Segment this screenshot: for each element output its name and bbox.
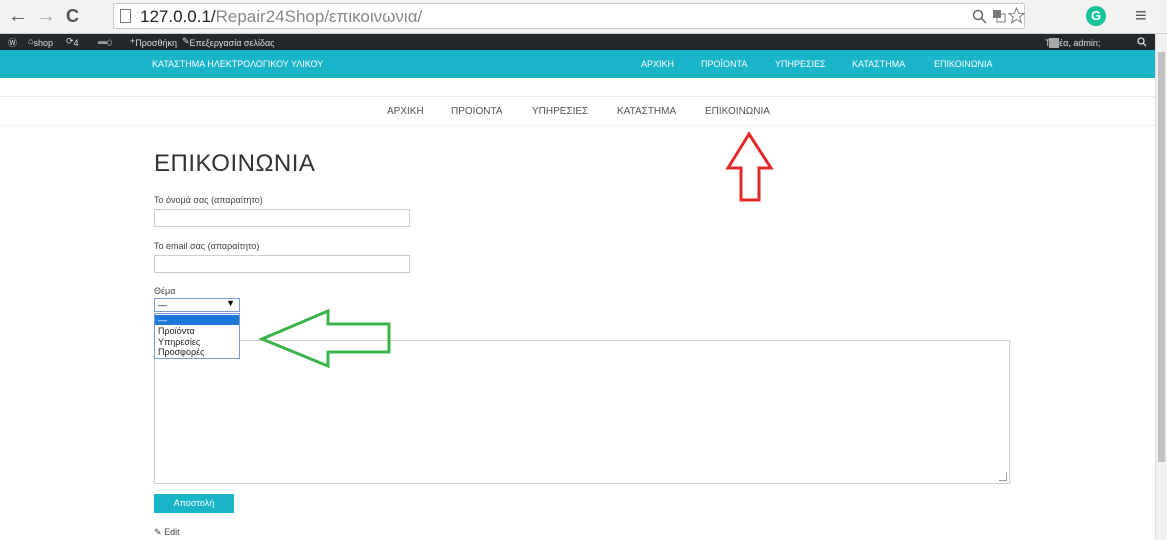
edit-icon: ✎ <box>154 527 162 537</box>
top-nav-store[interactable]: ΚΑΤΑΣΤΗΜΑ <box>852 59 905 69</box>
email-label: Το email σας (απαραίτητο) <box>154 241 260 251</box>
forward-icon[interactable]: → <box>36 5 56 27</box>
url-text: 127.0.0.1/Repair24Shop/επικοινωνια/ <box>140 7 423 26</box>
site-title[interactable]: ΚΑΤΑΣΤΗΜΑ ΗΛΕΚΤΡΟΛΟΓΙΚΟΥ ΥΛΙΚΟΥ <box>152 59 323 69</box>
back-icon[interactable]: ← <box>8 5 28 27</box>
adminbar-edit-page[interactable]: ✎ Επεξεργασία σελίδας <box>182 36 275 48</box>
dropdown-arrow-icon: ▼ <box>226 298 235 308</box>
adminbar-updates[interactable]: ⟳ 4 <box>66 36 79 48</box>
sub-nav-services[interactable]: ΥΠΗΡΕΣΙΕΣ <box>532 106 588 117</box>
menu-icon[interactable]: ≡ <box>1135 5 1147 27</box>
wordpress-logo-icon[interactable]: Ⓦ <box>8 36 17 49</box>
sub-nav-store[interactable]: ΚΑΤΑΣΤΗΜΑ <box>617 106 676 117</box>
secondary-nav: ΑΡΧΙΚΗ ΠΡΟΙΟΝΤΑ ΥΠΗΡΕΣΙΕΣ ΚΑΤΑΣΤΗΜΑ ΕΠΙΚ… <box>0 96 1155 126</box>
sub-nav-products[interactable]: ΠΡΟΙΟΝΤΑ <box>451 106 502 117</box>
scrollbar[interactable] <box>1155 34 1167 540</box>
top-nav-services[interactable]: ΥΠΗΡΕΣΙΕΣ <box>775 59 826 69</box>
translate-icon[interactable] <box>992 9 1006 23</box>
resize-handle-icon[interactable] <box>999 473 1007 481</box>
top-nav-products[interactable]: ΠΡΟΪΟΝΤΑ <box>701 59 747 69</box>
subject-select[interactable]: — ▼ <box>154 298 240 312</box>
subject-option[interactable]: Προϊόντα <box>155 326 239 336</box>
browser-toolbar: ← → C 127.0.0.1/Repair24Shop/επικοινωνια… <box>0 0 1167 34</box>
message-textarea[interactable] <box>154 340 1010 484</box>
subject-option[interactable]: Υπηρεσίες <box>155 337 239 347</box>
bookmark-star-icon[interactable] <box>1008 7 1025 24</box>
adminbar-new[interactable]: + Προσθήκη <box>130 36 177 48</box>
zoom-icon[interactable] <box>972 9 988 25</box>
subject-option[interactable]: — <box>155 315 239 325</box>
subject-dropdown-list: — Προϊόντα Υπηρεσίες Προσφορές <box>154 313 240 359</box>
sub-nav-home[interactable]: ΑΡΧΙΚΗ <box>387 106 424 117</box>
name-field[interactable] <box>154 209 410 227</box>
edit-link[interactable]: ✎ Edit <box>154 527 180 538</box>
top-nav-contact[interactable]: ΕΠΙΚΟΙΝΩΝΙΑ <box>934 59 992 69</box>
red-arrow-annotation <box>725 131 774 202</box>
sub-nav-contact[interactable]: ΕΠΙΚΟΙΝΩΝΙΑ <box>705 106 770 117</box>
scrollbar-thumb[interactable] <box>1158 52 1165 462</box>
reload-icon[interactable]: C <box>66 5 79 27</box>
adminbar-site[interactable]: ⌂ shop <box>28 36 53 48</box>
email-field[interactable] <box>154 255 410 273</box>
top-nav-home[interactable]: ΑΡΧΙΚΗ <box>641 59 674 69</box>
page-icon <box>120 9 131 23</box>
wp-admin-bar: Ⓦ ⌂ shop ⟳ 4 ▬ 0 + Προσθήκη ✎ Επεξεργασί… <box>0 34 1167 50</box>
site-header: ΚΑΤΑΣΤΗΜΑ ΗΛΕΚΤΡΟΛΟΓΙΚΟΥ ΥΛΙΚΟΥ ΑΡΧΙΚΗ Π… <box>0 50 1155 78</box>
address-bar[interactable]: 127.0.0.1/Repair24Shop/επικοινωνια/ <box>113 3 1025 29</box>
subject-option[interactable]: Προσφορές <box>155 347 239 357</box>
page-title: ΕΠΙΚΟΙΝΩΝΙΑ <box>154 150 316 177</box>
name-label: Το όνομά σας (απαραίτητο) <box>154 195 263 205</box>
submit-button[interactable]: Αποστολή <box>154 494 234 513</box>
adminbar-comments[interactable]: ▬ 0 <box>98 36 112 48</box>
adminbar-search-icon[interactable] <box>1137 37 1147 47</box>
subject-select-value: — <box>158 300 167 310</box>
subject-label: Θέμα <box>154 286 176 296</box>
avatar <box>1049 38 1059 48</box>
grammarly-extension-icon[interactable]: G <box>1086 6 1106 26</box>
